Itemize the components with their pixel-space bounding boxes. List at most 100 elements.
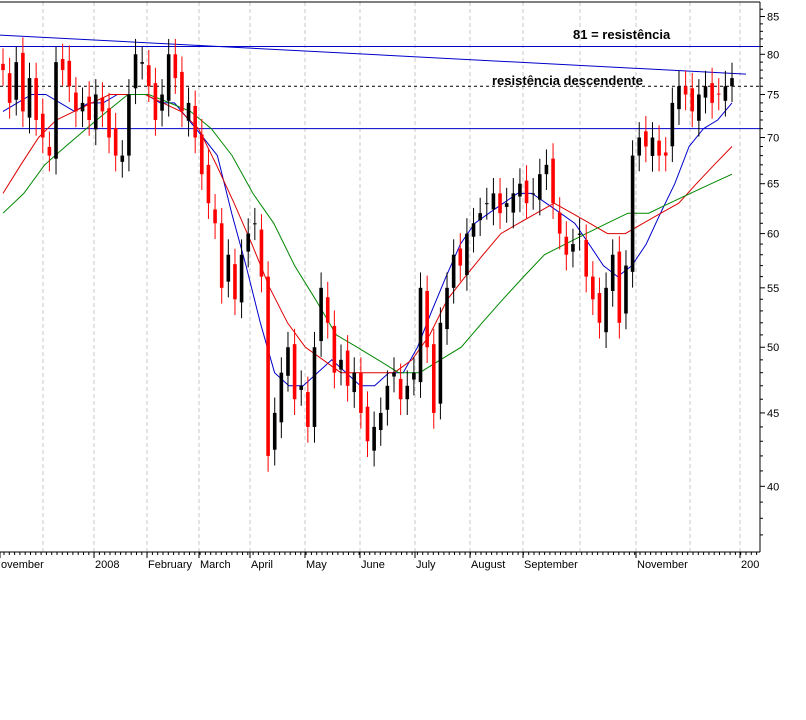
candle xyxy=(438,307,443,420)
candle-body xyxy=(272,412,277,450)
candle-body xyxy=(100,97,105,112)
candle-body xyxy=(385,385,390,410)
candle-body xyxy=(233,264,237,300)
candle-body xyxy=(458,248,463,266)
annotation-81-resistance: 81 = resistência xyxy=(573,27,671,42)
candle-body xyxy=(604,287,608,333)
candle-body xyxy=(703,86,708,98)
candle-body xyxy=(160,94,164,111)
candle-body xyxy=(40,113,45,138)
candle-body xyxy=(677,86,681,110)
annotation-descending-resistance: resistência descendente xyxy=(492,73,643,88)
candle-body xyxy=(644,131,648,147)
candle-body xyxy=(577,233,582,235)
candle-body xyxy=(213,209,217,224)
candle-body xyxy=(524,180,529,204)
y-tick-label: 60 xyxy=(767,229,779,241)
candle-body xyxy=(67,60,72,87)
candle-body xyxy=(398,378,403,400)
candle-body xyxy=(538,174,542,200)
candle-body xyxy=(405,385,410,400)
candle-body xyxy=(339,359,343,370)
y-tick-label: 55 xyxy=(767,283,779,295)
candle-body xyxy=(312,347,317,427)
x-tick-label: February xyxy=(148,559,193,571)
candle-body xyxy=(372,426,376,451)
candle-body xyxy=(425,290,429,348)
candle-body xyxy=(253,223,257,225)
candle-body xyxy=(80,102,85,112)
candle-body xyxy=(723,86,728,101)
candle-body xyxy=(226,254,231,282)
x-tick-label: 2008 xyxy=(95,559,119,571)
candle-body xyxy=(584,239,588,277)
candle-body xyxy=(7,73,12,103)
candle-body xyxy=(657,140,661,156)
candle-body xyxy=(650,137,655,156)
candle-body xyxy=(153,83,158,120)
candle-body xyxy=(299,385,304,390)
candle-body xyxy=(378,412,383,431)
candle-body xyxy=(279,372,284,423)
candle-body xyxy=(21,52,25,112)
candle-body xyxy=(345,350,350,386)
candle xyxy=(312,331,317,443)
candle-body xyxy=(60,59,65,71)
candle-body xyxy=(465,233,469,275)
candle-body xyxy=(617,251,622,323)
y-tick-label: 70 xyxy=(767,133,779,145)
candle-body xyxy=(292,344,297,400)
candle-body xyxy=(491,193,496,210)
x-tick-label: September xyxy=(524,559,578,571)
candle-body xyxy=(610,254,615,291)
x-tick-label: August xyxy=(471,559,505,571)
candle-body xyxy=(133,54,138,89)
y-tick-label: 65 xyxy=(767,179,779,191)
candle-body xyxy=(392,372,396,377)
candle-body xyxy=(325,297,330,323)
candle-body xyxy=(544,164,549,175)
candle-body xyxy=(571,244,575,252)
candle-body xyxy=(239,254,244,303)
candle-body xyxy=(107,108,111,138)
candle-body xyxy=(14,62,19,100)
candle-body xyxy=(87,96,91,120)
candle-body xyxy=(478,213,482,221)
y-tick-label: 50 xyxy=(767,342,779,354)
candle-body xyxy=(246,233,251,252)
candle-body xyxy=(551,158,555,204)
candle-body xyxy=(180,71,184,112)
candle-body xyxy=(663,152,668,156)
candle-body xyxy=(531,193,535,195)
candle-body xyxy=(127,94,131,156)
x-tick-label: ovember xyxy=(1,559,44,571)
candle xyxy=(418,272,423,398)
candle xyxy=(266,261,270,472)
candle-body xyxy=(193,106,197,138)
candle-body xyxy=(147,65,151,87)
candle-body xyxy=(34,78,38,120)
candle-body xyxy=(186,102,191,121)
x-tick-label: November xyxy=(637,559,688,571)
candle-body xyxy=(557,212,562,234)
candle-body xyxy=(484,203,489,205)
candle-body xyxy=(624,265,628,314)
price-chart: 40 45 50 55 60 65 70 75 80 85 ovember 2008 February… xyxy=(0,0,806,720)
candle-body xyxy=(74,92,78,112)
candle-body xyxy=(451,254,456,288)
candle-body xyxy=(683,86,688,95)
candle-body xyxy=(504,203,509,207)
candle-body xyxy=(418,287,423,383)
x-tick-label: April xyxy=(251,559,273,571)
candle-body xyxy=(200,134,204,175)
candle-body xyxy=(511,193,516,213)
candle-body xyxy=(219,223,224,288)
x-tick-label: 200 xyxy=(741,559,759,571)
x-tick-label: May xyxy=(306,559,327,571)
candle-body xyxy=(716,93,721,95)
y-tick-label: 40 xyxy=(767,481,779,493)
candle-body xyxy=(54,62,58,159)
candle-body xyxy=(140,62,144,64)
candle-body xyxy=(431,344,436,413)
candle-body xyxy=(332,325,337,373)
